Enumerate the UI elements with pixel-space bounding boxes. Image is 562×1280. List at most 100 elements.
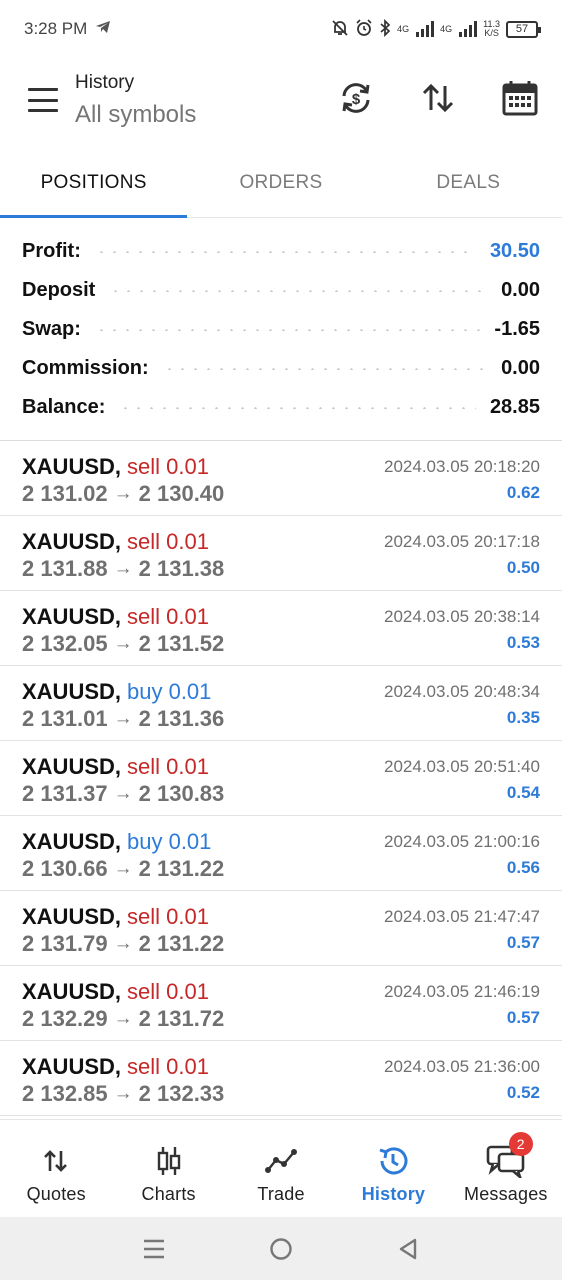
tab-positions[interactable]: POSITIONS	[0, 148, 188, 218]
nav-label: History	[361, 1184, 426, 1204]
open-price: 2 131.02	[22, 481, 108, 506]
summary-deposit: Deposit 0.00	[0, 271, 562, 310]
dotted-leader	[119, 406, 476, 409]
system-nav	[0, 1217, 562, 1280]
nav-messages[interactable]: 2 Messages	[450, 1120, 562, 1217]
nav-trade[interactable]: Trade	[225, 1120, 337, 1217]
deal-prices: 2 131.01 → 2 131.36	[22, 706, 224, 732]
recent-apps-icon[interactable]	[134, 1229, 174, 1269]
swap-value: -1.65	[494, 318, 540, 340]
deal-time: 2024.03.05 21:47:47	[384, 907, 540, 926]
arrow-right-icon: →	[113, 783, 133, 804]
telegram-icon	[95, 19, 111, 39]
network-type-1: 4G	[397, 23, 410, 34]
list-item[interactable]: XAUUSD, sell 0.01 2 131.79 → 2 131.22 20…	[0, 891, 562, 966]
open-price: 2 131.88	[22, 556, 108, 581]
dotted-leader	[109, 289, 488, 292]
open-price: 2 131.79	[22, 931, 108, 956]
list-item[interactable]: XAUUSD, sell 0.01 2 131.37 → 2 130.83 20…	[0, 741, 562, 816]
deal-prices: 2 132.29 → 2 131.72	[22, 1006, 224, 1032]
deal-time: 2024.03.05 21:36:00	[384, 1057, 540, 1076]
network-speed: 11.3 K/S	[483, 20, 500, 38]
list-item[interactable]: XAUUSD, buy 0.01 2 130.66 → 2 131.22 202…	[0, 816, 562, 891]
deal-type: sell 0.01	[127, 904, 209, 929]
summary-balance: Balance: 28.85	[0, 388, 562, 427]
dotted-leader	[94, 250, 476, 253]
signal-icon-1	[416, 21, 435, 37]
close-price: 2 131.22	[138, 856, 225, 881]
quotes-icon	[41, 1144, 71, 1178]
deal-symbol: XAUUSD,	[22, 1054, 122, 1079]
list-item[interactable]: XAUUSD, sell 0.01 2 132.85 → 2 132.33 20…	[0, 1041, 562, 1116]
list-item[interactable]: XAUUSD, sell 0.01 2 132.05 → 2 131.52 20…	[0, 591, 562, 666]
deal-time: 2024.03.05 20:18:20	[384, 457, 540, 476]
open-price: 2 130.66	[22, 856, 108, 881]
deal-profit: 0.50	[506, 558, 540, 577]
swap-label: Swap:	[22, 318, 81, 340]
profit-value: 30.50	[489, 240, 540, 262]
deal-time: 2024.03.05 21:46:19	[384, 982, 540, 1001]
profit-label: Profit:	[22, 240, 81, 262]
tab-orders[interactable]: ORDERS	[187, 148, 374, 217]
deal-list: XAUUSD, sell 0.01 2 131.02 → 2 130.40 20…	[0, 441, 562, 1116]
deal-profit: 0.52	[506, 1083, 540, 1102]
deal-profit: 0.57	[506, 1008, 540, 1027]
alarm-icon	[355, 18, 373, 40]
close-price: 2 131.52	[138, 631, 225, 656]
deal-type: sell 0.01	[127, 1054, 209, 1079]
deal-time: 2024.03.05 20:17:18	[384, 532, 540, 551]
nav-quotes[interactable]: Quotes	[0, 1120, 112, 1217]
bluetooth-icon	[379, 18, 391, 40]
summary-profit: Profit: 30.50	[0, 232, 562, 271]
calendar-icon[interactable]	[500, 78, 540, 118]
network-type-2: 4G	[440, 23, 453, 34]
nav-charts[interactable]: Charts	[112, 1120, 224, 1217]
symbol-filter[interactable]: All symbols	[75, 101, 196, 129]
deal-symbol: XAUUSD,	[22, 529, 122, 554]
sort-icon[interactable]	[418, 78, 458, 118]
open-price: 2 132.85	[22, 1081, 108, 1106]
summary-commission: Commission: 0.00	[0, 349, 562, 388]
nav-label: Charts	[141, 1184, 196, 1204]
deal-profit: 0.57	[506, 933, 540, 952]
deal-symbol: XAUUSD,	[22, 604, 122, 629]
dotted-leader	[94, 328, 481, 331]
close-price: 2 131.22	[138, 931, 225, 956]
nav-history[interactable]: History	[337, 1120, 449, 1217]
history-tabs: POSITIONS ORDERS DEALS	[0, 148, 562, 218]
currency-sync-icon[interactable]: $	[336, 78, 376, 118]
summary-swap: Swap: -1.65	[0, 310, 562, 349]
menu-icon[interactable]	[28, 88, 58, 112]
deal-profit: 0.35	[506, 708, 540, 727]
deal-symbol: XAUUSD,	[22, 979, 122, 1004]
close-price: 2 130.40	[138, 481, 225, 506]
deal-prices: 2 131.02 → 2 130.40	[22, 481, 224, 507]
dotted-leader	[162, 367, 488, 370]
list-item[interactable]: XAUUSD, sell 0.01 2 132.29 → 2 131.72 20…	[0, 966, 562, 1041]
nav-label: Messages	[464, 1184, 548, 1204]
battery-level: 57	[515, 23, 529, 35]
messages-badge: 2	[508, 1132, 533, 1156]
signal-icon-2	[459, 21, 478, 37]
mute-icon	[331, 19, 349, 40]
tab-deals[interactable]: DEALS	[375, 148, 562, 217]
list-item[interactable]: XAUUSD, buy 0.01 2 131.01 → 2 131.36 202…	[0, 666, 562, 741]
close-price: 2 131.72	[138, 1006, 225, 1031]
back-icon[interactable]	[388, 1229, 428, 1269]
open-price: 2 132.05	[22, 631, 108, 656]
deal-symbol: XAUUSD,	[22, 904, 122, 929]
nav-label: Trade	[257, 1184, 305, 1204]
commission-value: 0.00	[501, 357, 540, 379]
svg-text:$: $	[352, 91, 361, 108]
home-icon[interactable]	[261, 1229, 301, 1269]
deal-type: sell 0.01	[127, 604, 209, 629]
list-item[interactable]: XAUUSD, sell 0.01 2 131.88 → 2 131.38 20…	[0, 516, 562, 591]
close-price: 2 132.33	[138, 1081, 225, 1106]
bottom-nav: Quotes Charts Trade History 2 Messages	[0, 1119, 562, 1217]
list-item[interactable]: XAUUSD, sell 0.01 2 131.02 → 2 130.40 20…	[0, 441, 562, 516]
deal-time: 2024.03.05 20:38:14	[384, 607, 540, 626]
deal-prices: 2 130.66 → 2 131.22	[22, 856, 224, 882]
balance-label: Balance:	[22, 396, 106, 418]
arrow-right-icon: →	[113, 933, 133, 954]
deposit-value: 0.00	[501, 279, 540, 301]
